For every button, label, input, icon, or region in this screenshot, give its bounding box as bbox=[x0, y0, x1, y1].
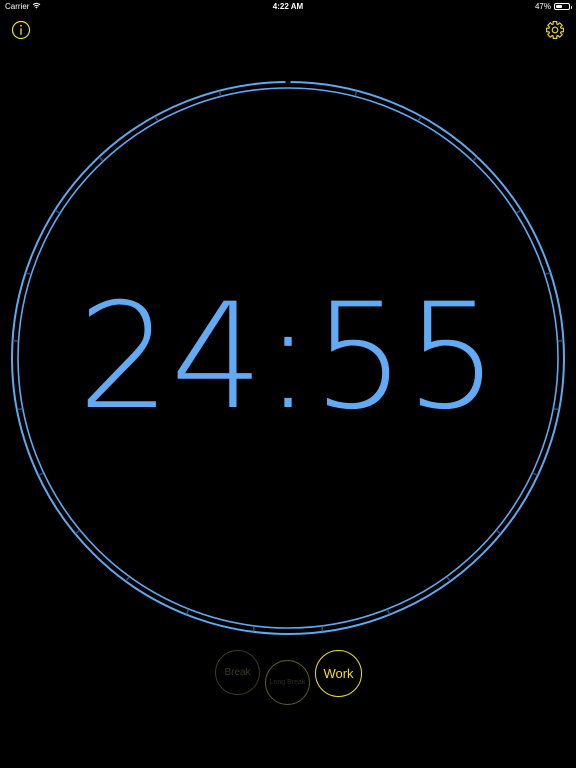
dial-tick bbox=[472, 156, 478, 162]
work-mode-button[interactable]: Work bbox=[315, 650, 362, 697]
dial-tick bbox=[54, 209, 61, 214]
battery-percent: 47% bbox=[534, 2, 551, 11]
settings-button[interactable] bbox=[545, 20, 565, 40]
status-right: 47% bbox=[534, 2, 572, 11]
dial-tick bbox=[154, 116, 159, 122]
dial-tick bbox=[98, 156, 104, 162]
break-mode-button[interactable]: Break bbox=[215, 650, 260, 695]
timer-screen: Carrier 4:22 AM 47% 24:55 Break Long Bre… bbox=[0, 0, 576, 768]
dial-tick bbox=[532, 472, 538, 477]
long-break-mode-button[interactable]: Long Break bbox=[265, 660, 310, 705]
dial-tick bbox=[125, 576, 130, 582]
dial-progress-marker bbox=[285, 78, 291, 87]
dial-tick bbox=[354, 90, 358, 97]
dial-tick bbox=[218, 90, 222, 97]
status-time: 4:22 AM bbox=[272, 2, 304, 11]
dial-tick bbox=[495, 529, 501, 535]
dial-tick bbox=[321, 626, 324, 632]
info-icon bbox=[11, 20, 31, 40]
info-button[interactable] bbox=[11, 20, 31, 40]
battery-icon bbox=[554, 3, 572, 10]
dial-tick bbox=[38, 472, 44, 477]
battery-cap bbox=[570, 5, 572, 9]
gear-outline bbox=[546, 21, 564, 39]
status-bar: Carrier 4:22 AM 47% bbox=[0, 0, 576, 14]
dial-tick bbox=[386, 609, 391, 615]
dial-tick bbox=[515, 209, 522, 214]
timer-display: 24:55 bbox=[77, 272, 499, 442]
battery-fill bbox=[556, 5, 562, 8]
dial-tick bbox=[185, 609, 190, 615]
dial-tick bbox=[75, 529, 81, 535]
dial-tick bbox=[545, 272, 551, 276]
dial-tick bbox=[25, 272, 31, 276]
gear-icon bbox=[546, 21, 564, 39]
dial-tick bbox=[446, 576, 451, 582]
dial-tick bbox=[252, 626, 255, 632]
dial-tick bbox=[417, 116, 422, 122]
